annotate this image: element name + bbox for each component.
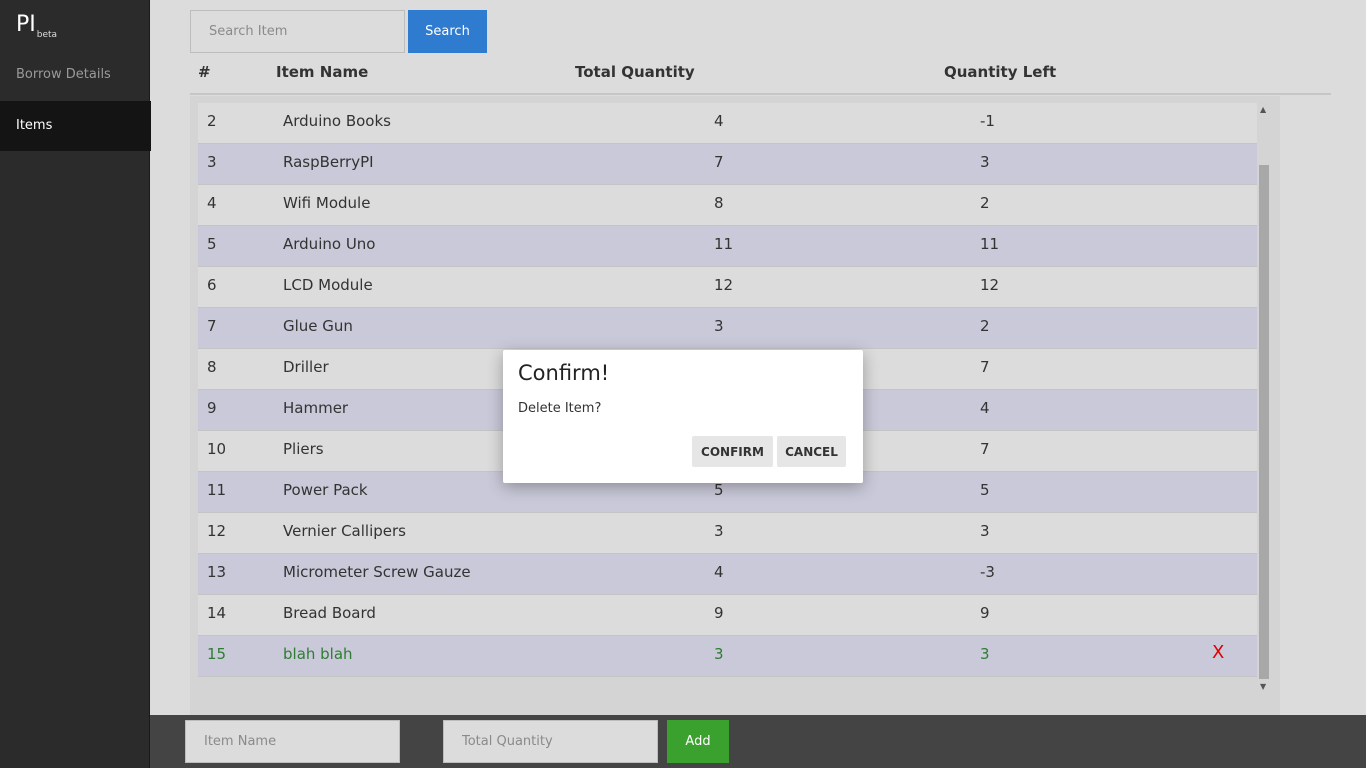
table-row[interactable]: 15 blah blah 3 3 X — [198, 636, 1257, 677]
row-total-quantity: 7 — [714, 153, 724, 171]
row-item-name: Micrometer Screw Gauze — [283, 563, 471, 581]
row-quantity-left: 7 — [980, 440, 990, 458]
row-item-name: Vernier Callipers — [283, 522, 406, 540]
scrollbar-thumb[interactable] — [1259, 165, 1269, 679]
add-button[interactable]: Add — [667, 720, 729, 763]
table-row[interactable]: 6 LCD Module 12 12 — [198, 267, 1257, 308]
row-number: 4 — [207, 194, 217, 212]
sidebar-item-borrow-details[interactable]: Borrow Details — [0, 50, 151, 100]
row-number: 10 — [207, 440, 227, 458]
confirm-dialog: Confirm! Delete Item? CONFIRM CANCEL — [503, 350, 863, 483]
row-item-name: Arduino Books — [283, 112, 391, 130]
row-number: 11 — [207, 481, 227, 499]
table-row[interactable]: 12 Vernier Callipers 3 3 — [198, 513, 1257, 554]
row-total-quantity: 3 — [714, 645, 724, 663]
table-row[interactable]: 13 Micrometer Screw Gauze 4 -3 — [198, 554, 1257, 595]
row-item-name: Arduino Uno — [283, 235, 376, 253]
row-item-name: Power Pack — [283, 481, 368, 499]
brand-beta-label: beta — [36, 30, 58, 40]
table-row[interactable]: 5 Arduino Uno 11 11 — [198, 226, 1257, 267]
search-input[interactable] — [190, 10, 405, 53]
cancel-button[interactable]: CANCEL — [777, 436, 846, 467]
row-number: 12 — [207, 522, 227, 540]
row-item-name: Hammer — [283, 399, 349, 417]
row-total-quantity: 3 — [714, 522, 724, 540]
table-row[interactable]: 14 Bread Board 9 9 — [198, 595, 1257, 636]
row-number: 9 — [207, 399, 217, 417]
table-scrollbar[interactable]: ▲ ▼ — [1258, 103, 1270, 693]
row-total-quantity: 12 — [714, 276, 734, 294]
row-total-quantity: 9 — [714, 604, 724, 622]
confirm-button[interactable]: CONFIRM — [692, 436, 773, 467]
row-quantity-left: 3 — [980, 645, 990, 663]
add-item-bar: Add — [150, 715, 1366, 768]
row-number: 14 — [207, 604, 227, 622]
search-button[interactable]: Search — [408, 10, 487, 53]
sidebar-item-items[interactable]: Items — [0, 101, 151, 151]
row-total-quantity: 5 — [714, 481, 724, 499]
row-quantity-left: 9 — [980, 604, 990, 622]
dialog-message: Delete Item? — [518, 401, 602, 416]
scroll-up-arrow-icon[interactable]: ▲ — [1260, 105, 1266, 114]
table-row[interactable]: 3 RaspBerryPI 7 3 — [198, 144, 1257, 185]
sidebar-item-label: Items — [16, 118, 53, 133]
row-total-quantity: 3 — [714, 317, 724, 335]
row-item-name: Bread Board — [283, 604, 376, 622]
row-item-name: Pliers — [283, 440, 324, 458]
row-number: 2 — [207, 112, 217, 130]
row-quantity-left: 4 — [980, 399, 990, 417]
item-name-input[interactable] — [185, 720, 400, 763]
row-number: 8 — [207, 358, 217, 376]
table-row[interactable]: 2 Arduino Books 4 -1 — [198, 103, 1257, 144]
row-quantity-left: 7 — [980, 358, 990, 376]
column-header-item-name: Item Name — [276, 63, 369, 81]
column-header-number: # — [198, 63, 211, 81]
row-total-quantity: 4 — [714, 112, 724, 130]
row-number: 15 — [207, 645, 227, 663]
table-row[interactable]: 4 Wifi Module 8 2 — [198, 185, 1257, 226]
row-quantity-left: 11 — [980, 235, 1000, 253]
column-header-total-quantity: Total Quantity — [575, 63, 695, 81]
delete-item-icon[interactable]: X — [1212, 642, 1224, 663]
row-total-quantity: 8 — [714, 194, 724, 212]
column-header-quantity-left: Quantity Left — [944, 63, 1057, 81]
total-quantity-input[interactable] — [443, 720, 658, 763]
row-total-quantity: 11 — [714, 235, 734, 253]
row-number: 7 — [207, 317, 217, 335]
row-quantity-left: 2 — [980, 317, 990, 335]
row-quantity-left: 2 — [980, 194, 990, 212]
sidebar-item-label: Borrow Details — [16, 67, 111, 82]
brand-name: PI — [16, 12, 36, 37]
table-header: # Item Name Total Quantity Quantity Left — [190, 60, 1331, 95]
brand-logo[interactable]: PIbeta — [16, 12, 58, 40]
row-item-name: Wifi Module — [283, 194, 371, 212]
table-row[interactable]: 7 Glue Gun 3 2 — [198, 308, 1257, 349]
row-item-name: blah blah — [283, 645, 353, 663]
row-number: 6 — [207, 276, 217, 294]
row-total-quantity: 4 — [714, 563, 724, 581]
row-number: 5 — [207, 235, 217, 253]
scroll-down-arrow-icon[interactable]: ▼ — [1260, 682, 1266, 691]
row-quantity-left: -1 — [980, 112, 995, 130]
row-quantity-left: 3 — [980, 522, 990, 540]
dialog-title: Confirm! — [518, 361, 610, 385]
sidebar: PIbeta Borrow Details Items — [0, 0, 151, 768]
row-quantity-left: -3 — [980, 563, 995, 581]
row-item-name: RaspBerryPI — [283, 153, 374, 171]
row-number: 13 — [207, 563, 227, 581]
row-item-name: Driller — [283, 358, 329, 376]
row-quantity-left: 12 — [980, 276, 1000, 294]
row-item-name: Glue Gun — [283, 317, 353, 335]
row-quantity-left: 5 — [980, 481, 990, 499]
row-item-name: LCD Module — [283, 276, 373, 294]
row-quantity-left: 3 — [980, 153, 990, 171]
row-number: 3 — [207, 153, 217, 171]
